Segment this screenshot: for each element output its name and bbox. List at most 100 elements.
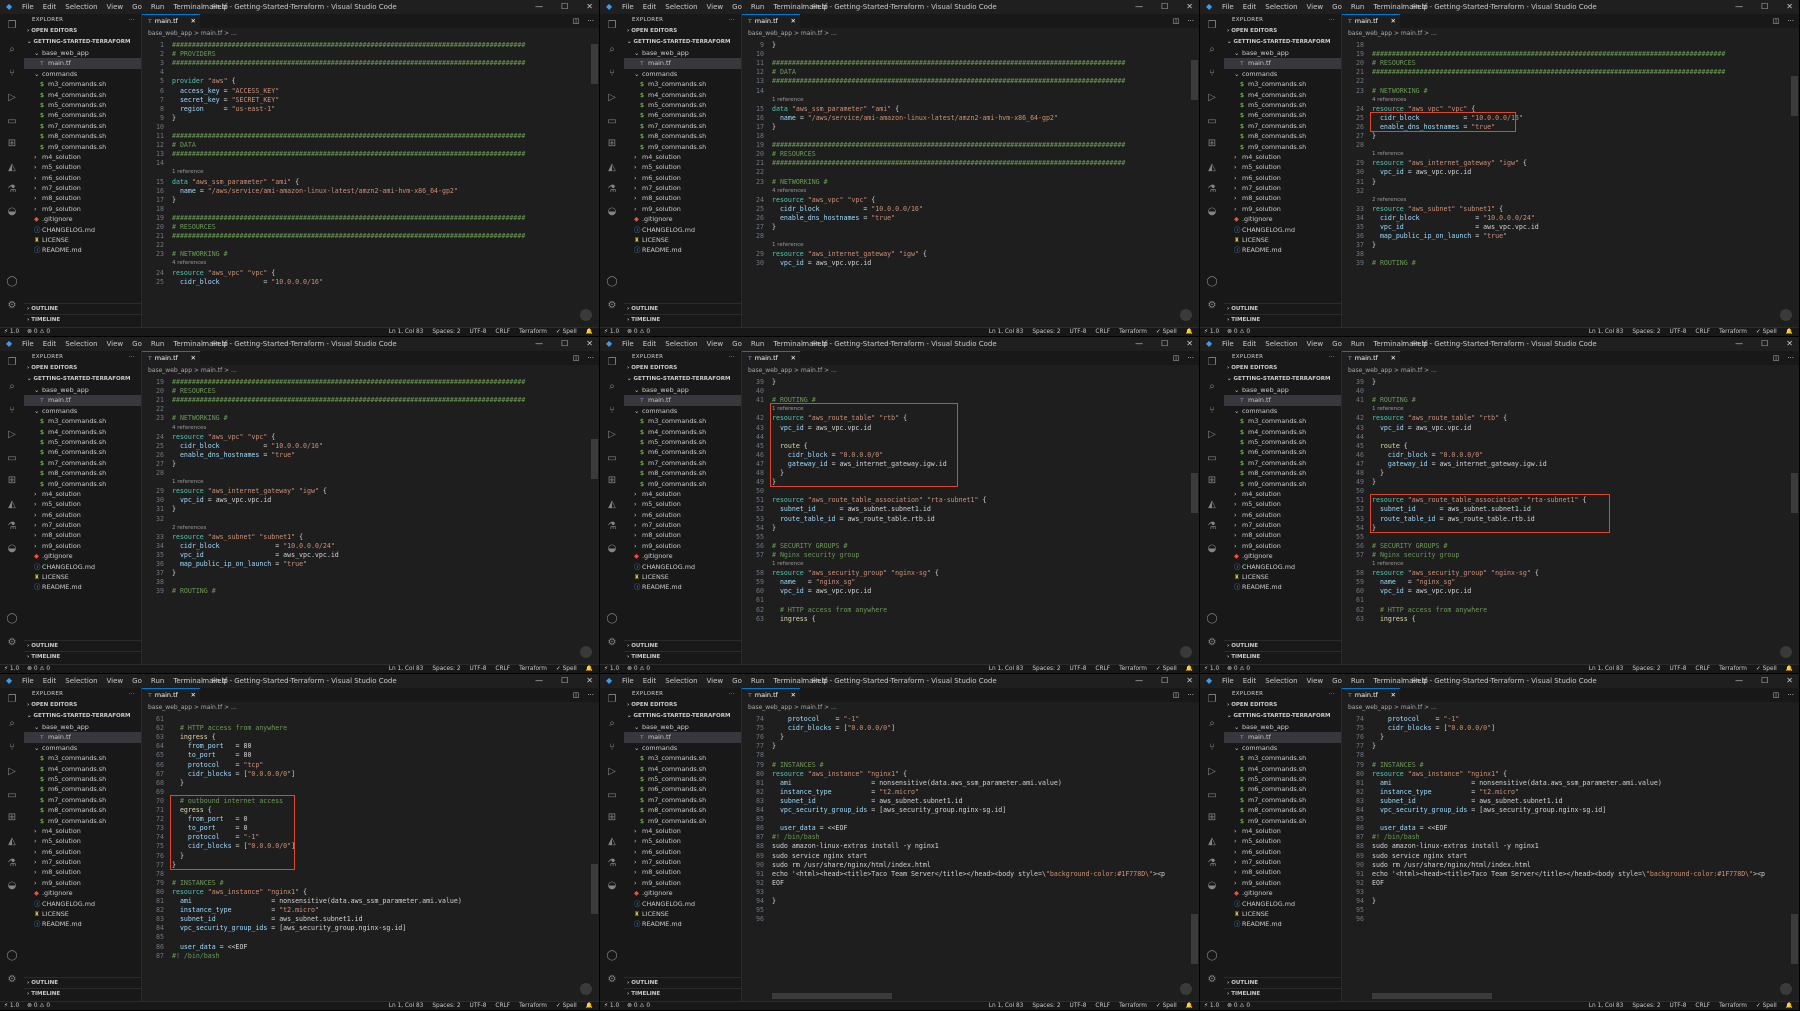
tree-item[interactable]: $ m8_commands.sh [1224,468,1341,478]
tree-item[interactable]: $ m3_commands.sh [24,416,141,426]
timeline-section[interactable]: › TIMELINE [24,988,141,999]
eol-status[interactable]: CRLF [495,1003,510,1009]
testing-icon[interactable]: ⚗ [6,521,18,533]
tree-item[interactable]: $ m7_commands.sh [24,795,141,805]
tree-item[interactable]: ᴛ main.tf [624,732,741,743]
tree-item[interactable]: › m7_solution [624,857,741,867]
eol-status[interactable]: CRLF [1695,666,1710,672]
copilot-icon[interactable] [580,309,592,321]
tree-item[interactable]: › m8_solution [1224,193,1341,203]
language-mode-status[interactable]: Terraform [1119,329,1147,335]
encoding-status[interactable]: UTF-8 [1670,1003,1687,1009]
tree-item[interactable]: › m5_solution [24,162,141,172]
indentation-status[interactable]: Spaces: 2 [1632,1003,1660,1009]
testing-icon[interactable]: ⚗ [1206,184,1218,196]
minimize-icon[interactable]: — [535,339,543,348]
indentation-status[interactable]: Spaces: 2 [1632,666,1660,672]
tree-item[interactable]: ♜ LICENSE [624,909,741,919]
docker-icon[interactable]: ◒ [1206,543,1218,555]
outline-section[interactable]: › OUTLINE [624,303,741,314]
tree-item[interactable]: ◆ .gitignore [24,214,141,224]
tree-item[interactable]: $ m9_commands.sh [624,479,741,489]
tree-item[interactable]: $ m3_commands.sh [624,79,741,89]
tab-main-tf[interactable]: ᴛ main.tf ✕ [1342,14,1400,28]
source-control-icon[interactable]: ⑂ [6,405,18,417]
tree-item[interactable]: ♜ LICENSE [1224,909,1341,919]
open-editors-section[interactable]: › OPEN EDITORS [1224,26,1341,37]
tree-item[interactable]: $ m6_commands.sh [1224,110,1341,120]
open-editors-section[interactable]: › OPEN EDITORS [24,363,141,374]
workspace-root[interactable]: ⌄ GETTING-STARTED-TERRAFORM [24,711,141,722]
maximize-icon[interactable]: ☐ [1761,2,1768,11]
close-tab-icon[interactable]: ✕ [191,352,196,365]
tab-main-tf[interactable]: ᴛ main.tf ✕ [142,351,200,365]
close-tab-icon[interactable]: ✕ [791,15,796,28]
run-debug-icon[interactable]: ▷ [1206,429,1218,441]
tree-item[interactable]: ⌄ base_web_app [624,722,741,732]
more-actions-icon[interactable]: ··· [587,17,594,25]
more-actions-icon[interactable]: ··· [1187,691,1194,699]
outline-section[interactable]: › OUTLINE [24,977,141,988]
tree-item[interactable]: › m6_solution [624,173,741,183]
spell-status[interactable]: ✓ Spell [1156,1003,1177,1009]
tree-item[interactable]: ⌄ commands [24,743,141,753]
testing-icon[interactable]: ⚗ [606,184,618,196]
tree-item[interactable]: $ m4_commands.sh [1224,90,1341,100]
tree-item[interactable]: ⌄ commands [1224,406,1341,416]
more-actions-icon[interactable]: ··· [1787,354,1794,362]
indentation-status[interactable]: Spaces: 2 [1032,1003,1060,1009]
remote-explorer-icon[interactable]: ▭ [606,116,618,128]
problems-status[interactable]: ⊗ 0 ⚠ 0 [627,666,650,672]
tree-item[interactable]: $ m5_commands.sh [24,100,141,110]
cursor-position-status[interactable]: Ln 1, Col 83 [989,329,1024,335]
tree-item[interactable]: › m7_solution [24,183,141,193]
account-icon[interactable]: ◯ [606,613,618,625]
tree-item[interactable]: ⓘ CHANGELOG.md [24,562,141,572]
tree-item[interactable]: › m8_solution [624,530,741,540]
tree-item[interactable]: ◆ .gitignore [624,214,741,224]
vertical-scrollbar[interactable] [1791,76,1798,116]
more-actions-icon[interactable]: ··· [129,351,135,363]
eol-status[interactable]: CRLF [1095,666,1110,672]
tree-item[interactable]: $ m5_commands.sh [1224,437,1341,447]
tree-item[interactable]: ⓘ CHANGELOG.md [1224,899,1341,909]
tree-item[interactable]: ⌄ commands [624,406,741,416]
tree-item[interactable]: ⓘ README.md [624,245,741,255]
settings-gear-icon[interactable]: ⚙ [1206,637,1218,649]
tree-item[interactable]: $ m5_commands.sh [24,774,141,784]
more-actions-icon[interactable]: ··· [129,688,135,700]
minimize-icon[interactable]: — [1135,339,1143,348]
terraform-version-status[interactable]: ⚡ 1.0 [1204,1003,1219,1009]
language-mode-status[interactable]: Terraform [1719,666,1747,672]
spell-status[interactable]: ✓ Spell [556,1003,577,1009]
cursor-position-status[interactable]: Ln 1, Col 83 [389,329,424,335]
tree-item[interactable]: $ m4_commands.sh [24,90,141,100]
vertical-scrollbar[interactable] [591,439,598,479]
more-actions-icon[interactable]: ··· [729,14,735,26]
tree-item[interactable]: ♜ LICENSE [1224,235,1341,245]
tree-item[interactable]: ⓘ CHANGELOG.md [24,225,141,235]
tree-item[interactable]: ◆ .gitignore [624,888,741,898]
tree-item[interactable]: › m9_solution [624,878,741,888]
tree-item[interactable]: ᴛ main.tf [24,395,141,406]
minimize-icon[interactable]: — [1135,676,1143,685]
cursor-position-status[interactable]: Ln 1, Col 83 [389,1003,424,1009]
tree-item[interactable]: ⓘ CHANGELOG.md [1224,225,1341,235]
cursor-position-status[interactable]: Ln 1, Col 83 [1589,1003,1624,1009]
vertical-scrollbar[interactable] [1791,914,1798,964]
terraform-icon[interactable]: ◭ [1206,499,1218,511]
explorer-icon[interactable]: ❐ [606,357,618,369]
extensions-icon[interactable]: ⊞ [6,812,18,824]
notifications-bell-icon[interactable]: 🔔 [586,1003,593,1009]
more-actions-icon[interactable]: ··· [587,354,594,362]
tree-item[interactable]: › m4_solution [624,152,741,162]
breadcrumb[interactable]: base_web_app > main.tf > ... [142,28,237,39]
notifications-bell-icon[interactable]: 🔔 [586,329,593,335]
breadcrumb[interactable]: base_web_app > main.tf > ... [742,702,837,713]
tree-item[interactable]: ⌄ commands [1224,69,1341,79]
account-icon[interactable]: ◯ [606,950,618,962]
explorer-icon[interactable]: ❐ [6,694,18,706]
source-control-icon[interactable]: ⑂ [6,742,18,754]
outline-section[interactable]: › OUTLINE [624,640,741,651]
docker-icon[interactable]: ◒ [606,206,618,218]
